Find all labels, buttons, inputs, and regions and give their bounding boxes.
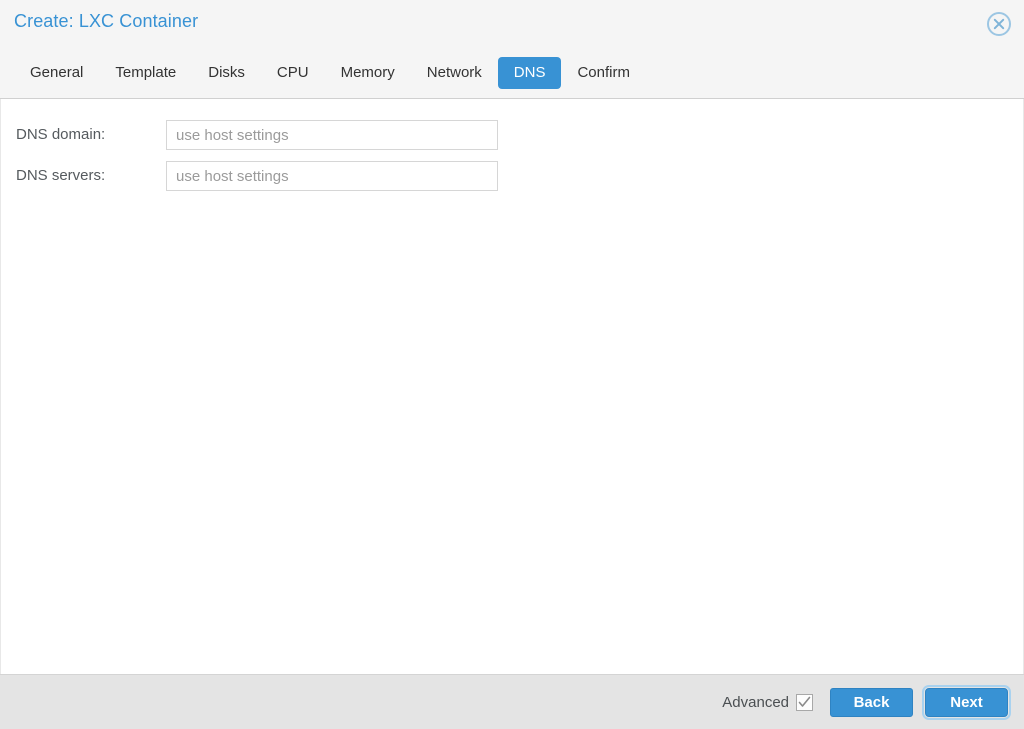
tab-label: Template (115, 64, 177, 81)
advanced-checkbox[interactable] (796, 693, 813, 711)
tab-general[interactable]: General (14, 57, 99, 89)
dns-domain-label: DNS domain: (16, 126, 106, 143)
dialog-footer: Advanced Back Next (0, 674, 1024, 729)
next-button[interactable]: Next (922, 684, 1011, 720)
dns-domain-input[interactable] (166, 120, 498, 150)
tab-dns[interactable]: DNS (497, 57, 562, 89)
dns-settings-panel: DNS domain: DNS servers: (0, 99, 1024, 674)
tab-cpu[interactable]: CPU (261, 57, 325, 89)
tab-label: CPU (276, 64, 309, 81)
tab-template[interactable]: Template (99, 57, 192, 89)
close-icon[interactable] (986, 11, 1012, 37)
back-button[interactable]: Back (830, 687, 913, 717)
tab-label: Confirm (577, 64, 630, 81)
dns-domain-row: DNS domain: (1, 120, 1023, 150)
tab-label: Network (426, 64, 482, 81)
create-lxc-container-dialog: Create: LXC Container General Template D… (0, 0, 1024, 729)
dialog-titlebar: Create: LXC Container (0, 0, 1024, 48)
dialog-title: Create: LXC Container (14, 11, 199, 31)
advanced-toggle[interactable]: Advanced (722, 693, 813, 711)
dns-servers-input[interactable] (166, 161, 498, 191)
dns-servers-row: DNS servers: (1, 161, 1023, 191)
tab-label: Disks (208, 64, 245, 81)
tab-memory[interactable]: Memory (325, 57, 411, 89)
tab-disks[interactable]: Disks (192, 57, 261, 89)
tab-label: General (30, 64, 84, 81)
dns-servers-label: DNS servers: (16, 167, 106, 184)
tab-confirm[interactable]: Confirm (561, 57, 646, 89)
tab-network[interactable]: Network (411, 57, 498, 89)
advanced-label: Advanced (722, 693, 789, 711)
checkmark-icon (798, 696, 811, 707)
wizard-tabbar: General Template Disks CPU Memory Networ… (0, 48, 1024, 99)
tab-label: DNS (513, 64, 546, 81)
tab-label: Memory (340, 64, 395, 81)
